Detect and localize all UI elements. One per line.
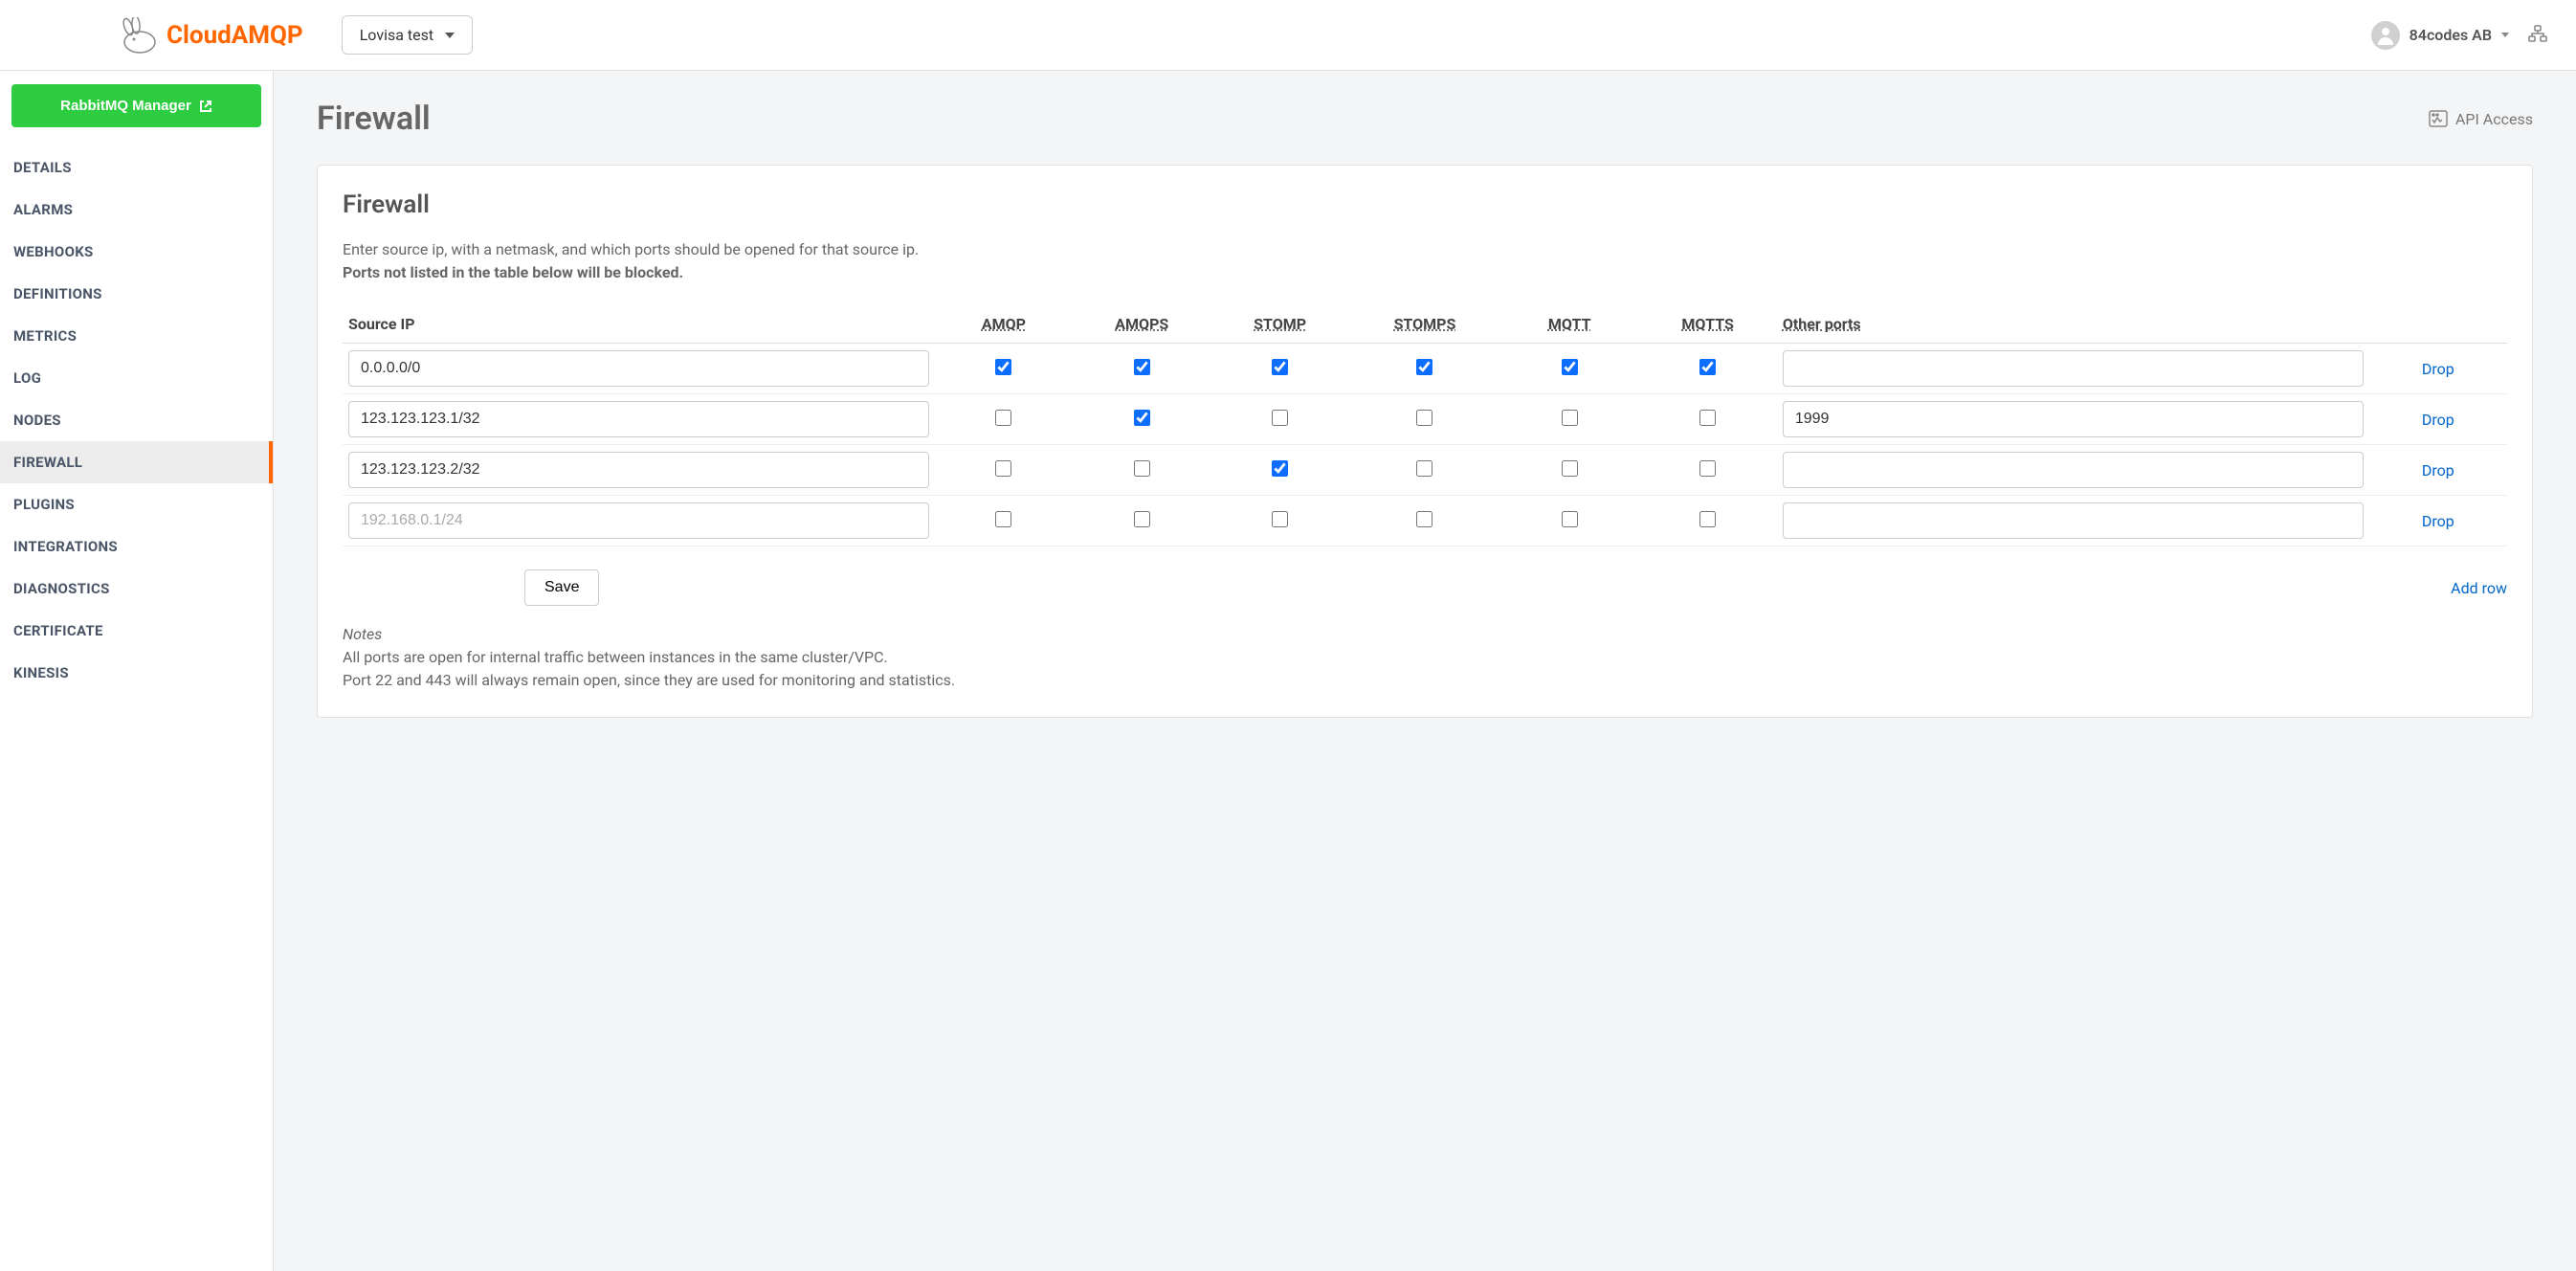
mqtt-checkbox[interactable] [1562, 460, 1578, 477]
stomps-checkbox[interactable] [1416, 511, 1432, 527]
source-ip-input[interactable] [348, 350, 929, 387]
caret-down-icon [445, 33, 455, 38]
stomp-checkbox[interactable] [1272, 410, 1288, 426]
external-link-icon [199, 100, 212, 113]
main-content: Firewall API Access Firewall Enter sourc… [274, 71, 2576, 1271]
sidebar-item-log[interactable]: LOG [0, 357, 273, 399]
stomps-checkbox[interactable] [1416, 359, 1432, 375]
sidebar-item-plugins[interactable]: PLUGINS [0, 483, 273, 525]
mqtts-checkbox[interactable] [1699, 460, 1716, 477]
account-dropdown[interactable]: 84codes AB [2371, 21, 2509, 50]
sidebar: RabbitMQ Manager DETAILSALARMSWEBHOOKSDE… [0, 71, 274, 1271]
amqp-checkbox[interactable] [995, 410, 1011, 426]
account-label: 84codes AB [2409, 26, 2492, 44]
notes-line2: Port 22 and 443 will always remain open,… [343, 671, 955, 689]
add-row-link[interactable]: Add row [2451, 579, 2507, 597]
drop-link[interactable]: Drop [2375, 512, 2501, 530]
rabbitmq-manager-label: RabbitMQ Manager [60, 98, 191, 114]
table-row: Drop [343, 445, 2507, 496]
th-mqtts[interactable]: MQTTS [1638, 305, 1776, 344]
notes-title: Notes [343, 625, 382, 643]
caret-down-icon [2501, 33, 2509, 37]
rabbitmq-manager-button[interactable]: RabbitMQ Manager [11, 84, 261, 127]
th-stomp[interactable]: STOMP [1210, 305, 1348, 344]
rabbit-icon [115, 17, 159, 54]
instance-dropdown[interactable]: Lovisa test [342, 15, 473, 55]
description-line2: Ports not listed in the table below will… [343, 263, 683, 281]
sidebar-item-definitions[interactable]: DEFINITIONS [0, 273, 273, 315]
source-ip-input[interactable] [348, 401, 929, 437]
mqtt-checkbox[interactable] [1562, 410, 1578, 426]
amqp-checkbox[interactable] [995, 511, 1011, 527]
drop-link[interactable]: Drop [2375, 411, 2501, 429]
other-ports-input[interactable] [1783, 452, 2364, 488]
other-ports-input[interactable] [1783, 350, 2364, 387]
firewall-table: Source IP AMQP AMQPS STOMP STOMPS MQTT M… [343, 305, 2507, 546]
table-row: Drop [343, 496, 2507, 546]
notes-line1: All ports are open for internal traffic … [343, 648, 888, 666]
stomp-checkbox[interactable] [1272, 460, 1288, 477]
firewall-card: Firewall Enter source ip, with a netmask… [317, 165, 2533, 718]
sidebar-item-details[interactable]: DETAILS [0, 146, 273, 189]
th-stomps[interactable]: STOMPS [1349, 305, 1500, 344]
th-mqtt[interactable]: MQTT [1500, 305, 1638, 344]
amqps-checkbox[interactable] [1134, 359, 1150, 375]
drop-link[interactable]: Drop [2375, 461, 2501, 479]
th-amqps[interactable]: AMQPS [1073, 305, 1210, 344]
header: CloudAMQP Lovisa test 84codes AB [0, 0, 2576, 71]
mqtts-checkbox[interactable] [1699, 511, 1716, 527]
sidebar-item-firewall[interactable]: FIREWALL [0, 441, 273, 483]
instance-label: Lovisa test [360, 26, 433, 44]
sidebar-item-certificate[interactable]: CERTIFICATE [0, 610, 273, 652]
sidebar-item-metrics[interactable]: METRICS [0, 315, 273, 357]
amqps-checkbox[interactable] [1134, 460, 1150, 477]
stomp-checkbox[interactable] [1272, 511, 1288, 527]
sidebar-item-kinesis[interactable]: KINESIS [0, 652, 273, 694]
logo-text: CloudAMQP [167, 21, 303, 50]
stomps-checkbox[interactable] [1416, 460, 1432, 477]
source-ip-input[interactable] [348, 452, 929, 488]
mqtt-checkbox[interactable] [1562, 511, 1578, 527]
sidebar-item-webhooks[interactable]: WEBHOOKS [0, 231, 273, 273]
amqp-checkbox[interactable] [995, 460, 1011, 477]
sidebar-item-diagnostics[interactable]: DIAGNOSTICS [0, 568, 273, 610]
sidebar-item-integrations[interactable]: INTEGRATIONS [0, 525, 273, 568]
save-button[interactable]: Save [524, 569, 599, 606]
card-title: Firewall [343, 190, 2507, 219]
mqtts-checkbox[interactable] [1699, 359, 1716, 375]
other-ports-input[interactable] [1783, 502, 2364, 539]
amqps-checkbox[interactable] [1134, 511, 1150, 527]
avatar-icon [2371, 21, 2400, 50]
sidebar-item-alarms[interactable]: ALARMS [0, 189, 273, 231]
th-other[interactable]: Other ports [1777, 305, 2369, 344]
api-icon [2429, 110, 2448, 127]
logo[interactable]: CloudAMQP [115, 17, 303, 54]
api-access-link[interactable]: API Access [2429, 110, 2533, 128]
description-line1: Enter source ip, with a netmask, and whi… [343, 240, 919, 258]
stomp-checkbox[interactable] [1272, 359, 1288, 375]
drop-link[interactable]: Drop [2375, 360, 2501, 378]
th-source-ip: Source IP [343, 305, 935, 344]
source-ip-input[interactable] [348, 502, 929, 539]
stomps-checkbox[interactable] [1416, 410, 1432, 426]
amqp-checkbox[interactable] [995, 359, 1011, 375]
mqtt-checkbox[interactable] [1562, 359, 1578, 375]
amqps-checkbox[interactable] [1134, 410, 1150, 426]
cluster-icon[interactable] [2528, 25, 2547, 46]
api-access-label: API Access [2455, 110, 2533, 128]
table-row: Drop [343, 394, 2507, 445]
other-ports-input[interactable] [1783, 401, 2364, 437]
page-title: Firewall [317, 100, 431, 138]
table-row: Drop [343, 344, 2507, 394]
mqtts-checkbox[interactable] [1699, 410, 1716, 426]
th-amqp[interactable]: AMQP [935, 305, 1073, 344]
sidebar-item-nodes[interactable]: NODES [0, 399, 273, 441]
